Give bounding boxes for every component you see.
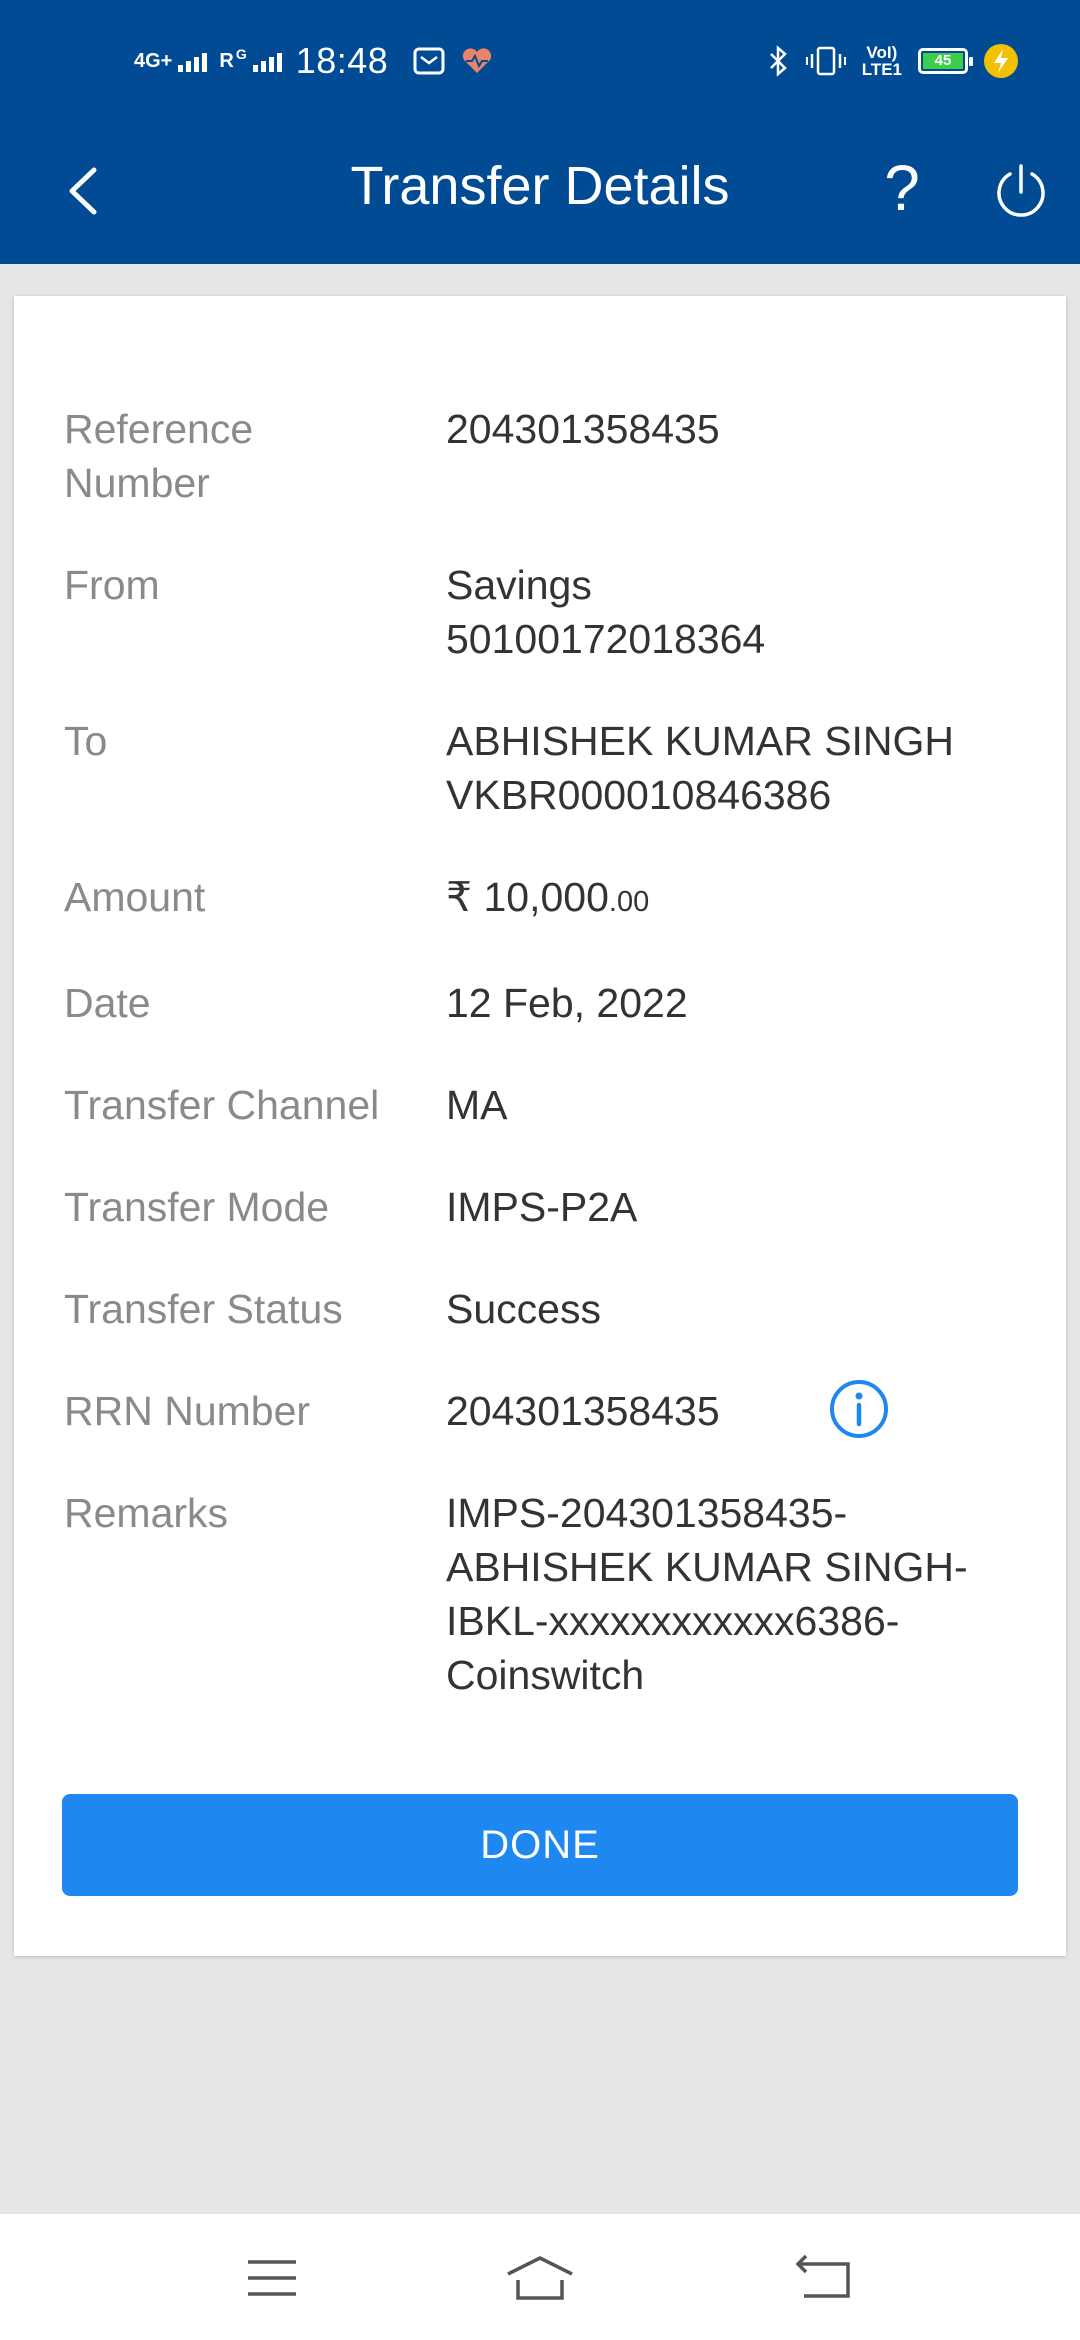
battery-icon: 45 bbox=[918, 48, 973, 74]
bluetooth-icon bbox=[769, 45, 787, 77]
home-icon[interactable] bbox=[504, 2250, 576, 2306]
from-label: From bbox=[64, 562, 160, 608]
app-header: 4G+ R G 18:48 VoI) LTE1 45 Transfer Deta… bbox=[0, 0, 1080, 264]
remarks-line: IMPS-204301358435- bbox=[446, 1490, 848, 1536]
status-bar-right: VoI) LTE1 45 bbox=[768, 38, 1018, 84]
status-time: 18:48 bbox=[295, 40, 389, 81]
payee-name: ABHISHEK KUMAR SINGH bbox=[446, 718, 955, 764]
to-label: To bbox=[64, 718, 108, 764]
system-nav-bar bbox=[0, 2214, 1080, 2340]
signal-strength-icon bbox=[178, 50, 208, 72]
menu-icon[interactable] bbox=[240, 2250, 304, 2306]
battery-level: 45 bbox=[923, 53, 963, 69]
transfer-channel-value: MA bbox=[446, 1082, 508, 1128]
to-value: ABHISHEK KUMAR SINGH VKBR000010846386 bbox=[446, 714, 1006, 822]
remarks-line: ABHISHEK KUMAR SINGH- bbox=[446, 1544, 968, 1590]
date-label: Date bbox=[64, 980, 151, 1026]
signal-strength-icon-2 bbox=[252, 50, 282, 72]
remarks-line: IBKL-xxxxxxxxxxxx6386- bbox=[446, 1598, 900, 1644]
toolbar: Transfer Details ? bbox=[0, 120, 1080, 264]
remarks-line: Coinswitch bbox=[446, 1652, 645, 1698]
date-value: 12 Feb, 2022 bbox=[446, 980, 688, 1026]
volte-line-2: LTE1 bbox=[861, 60, 902, 79]
rrn-number-value: 204301358435 bbox=[446, 1388, 720, 1434]
vibrate-icon bbox=[805, 46, 846, 76]
network-type-2-sup: G bbox=[235, 46, 247, 62]
transfer-status-value: Success bbox=[446, 1286, 601, 1332]
done-button[interactable]: DONE bbox=[62, 1794, 1018, 1896]
volte-indicator: VoI) LTE1 bbox=[862, 44, 902, 78]
amount-value: ₹ 10,000.00 bbox=[446, 870, 1006, 929]
heart-icon bbox=[463, 48, 492, 73]
remarks-value: IMPS-204301358435- ABHISHEK KUMAR SINGH-… bbox=[446, 1486, 1006, 1702]
reference-number-label: Reference Number bbox=[64, 406, 254, 506]
from-account-type: Savings bbox=[446, 562, 592, 608]
from-value: Savings 50100172018364 bbox=[446, 558, 1006, 666]
lightning-icon bbox=[984, 44, 1018, 78]
network-type-1: 4G+ bbox=[134, 50, 173, 72]
status-bar-left: 4G+ R G 18:48 bbox=[134, 36, 494, 86]
amount-label: Amount bbox=[64, 874, 206, 920]
rrn-number-label: RRN Number bbox=[64, 1388, 311, 1434]
transfer-mode-label: Transfer Mode bbox=[64, 1184, 330, 1230]
info-icon[interactable] bbox=[828, 1378, 890, 1440]
amount-whole: 10,000 bbox=[483, 874, 609, 920]
network-type-2: R bbox=[219, 50, 234, 72]
currency-symbol: ₹ bbox=[446, 874, 473, 920]
back-arrow-icon[interactable] bbox=[792, 2250, 856, 2306]
payee-account: VKBR000010846386 bbox=[446, 772, 832, 818]
transfer-mode-value: IMPS-P2A bbox=[446, 1184, 638, 1230]
remarks-label: Remarks bbox=[64, 1490, 229, 1536]
email-icon bbox=[413, 47, 445, 75]
help-button[interactable]: ? bbox=[876, 148, 928, 228]
reference-number-value: 204301358435 bbox=[446, 406, 720, 452]
transfer-channel-label: Transfer Channel bbox=[64, 1082, 380, 1128]
volte-line-1: VoI) bbox=[866, 43, 898, 62]
power-icon[interactable] bbox=[990, 156, 1052, 226]
amount-paise: .00 bbox=[608, 886, 650, 918]
status-bar: 4G+ R G 18:48 VoI) LTE1 45 bbox=[0, 0, 1080, 120]
transfer-details-card: Reference Number 204301358435 From Savin… bbox=[14, 296, 1066, 1956]
from-account-number: 50100172018364 bbox=[446, 616, 766, 662]
transfer-status-label: Transfer Status bbox=[64, 1286, 343, 1332]
